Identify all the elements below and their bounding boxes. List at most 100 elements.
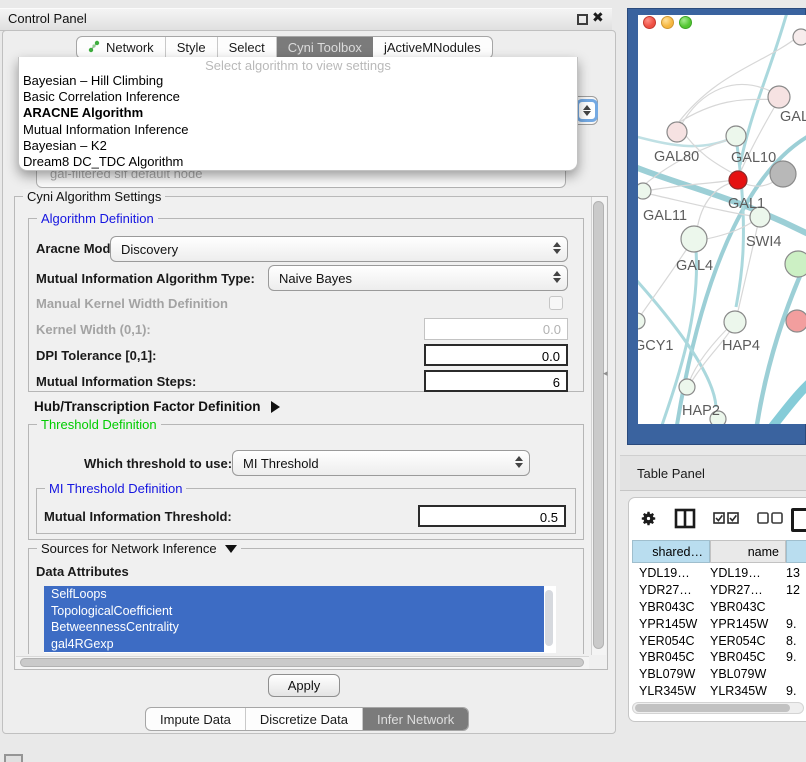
close-traffic-light[interactable] [643,16,656,29]
dpi-tolerance-input[interactable]: 0.0 [424,344,568,366]
network-node[interactable] [681,226,707,252]
bottom-tabs: Impute Data Discretize Data Infer Networ… [145,707,469,731]
algorithm-option[interactable]: Basic Correlation Inference [19,89,577,105]
combo-arrows-icon [515,456,523,468]
table-row[interactable]: YPR145WYPR145W9. [632,615,806,632]
table-horizontal-scrollbar-thumb[interactable] [635,704,790,712]
network-node[interactable] [729,171,747,189]
network-node[interactable] [679,379,695,395]
network-node[interactable] [667,122,687,142]
network-icon [88,40,101,56]
tab-infer-network[interactable]: Infer Network [363,708,468,730]
attribute-item-selected[interactable]: SelfLoops [44,586,544,603]
tab-impute-data[interactable]: Impute Data [146,708,246,730]
algorithm-option[interactable]: Mutual Information Inference [19,122,577,138]
select-all-checkboxes-icon[interactable] [713,512,740,530]
settings-group-title: Cyni Algorithm Settings [23,189,165,204]
column-header-shared-name[interactable]: shared… [632,540,710,563]
sources-group-title: Sources for Network Inference [37,541,241,556]
mi-threshold-input[interactable]: 0.5 [418,505,566,527]
tab-label: Style [177,40,206,55]
tab-label: Impute Data [160,712,231,727]
attribute-item-selected[interactable]: gal4RGexp [44,636,544,653]
table-cell: 8. [786,634,806,648]
network-node[interactable] [638,183,651,199]
network-canvas[interactable]: GALGAL80GAL10GAL1GAL11SWI4GAL4GCY1HAP4YH… [638,15,806,424]
column-header-partial[interactable] [786,540,806,563]
mi-steps-input[interactable]: 6 [424,370,568,392]
settings-horizontal-scrollbar-thumb[interactable] [20,658,584,667]
table-cell: YDL19… [710,566,786,580]
algorithm-option[interactable]: Bayesian – Hill Climbing [19,73,577,89]
hub-definition-expander[interactable]: Hub/Transcription Factor Definition [34,399,280,414]
node-label: GAL4 [676,258,713,274]
maximize-traffic-light[interactable] [679,16,692,29]
data-attributes-list[interactable]: SelfLoopsTopologicalCoefficientBetweenne… [44,586,556,653]
combo-arrows-icon [553,271,561,283]
dropdown-placeholder: Select algorithm to view settings [19,58,577,73]
split-columns-icon[interactable] [674,508,696,534]
network-node[interactable] [785,251,806,277]
table-row[interactable]: YDR27…YDR27…12 [632,582,806,599]
table-cell: YBR045C [632,650,710,664]
algorithm-option[interactable]: Dream8 DC_TDC Algorithm [19,154,577,170]
tab-label: Discretize Data [260,712,348,727]
table-cell: YDR27… [632,583,710,597]
attribute-item-selected[interactable]: BetweennessCentrality [44,619,544,636]
tab-cyni-toolbox[interactable]: Cyni Toolbox [277,37,373,58]
network-node[interactable] [768,86,790,108]
mi-type-value: Naive Bayes [279,271,352,286]
network-node[interactable] [726,126,746,146]
combo-arrows-icon [553,242,561,254]
column-header-name[interactable]: name [710,540,786,563]
table-row[interactable]: YBR045CYBR045C9. [632,649,806,666]
tab-discretize-data[interactable]: Discretize Data [246,708,363,730]
list-scrollbar-thumb[interactable] [545,590,553,646]
which-threshold-combobox[interactable]: MI Threshold [232,450,530,476]
split-pane-collapse-icon[interactable]: ◂ [603,368,608,379]
control-panel-tabs: Network Style Select Cyni Toolbox jActiv… [76,36,493,59]
table-row[interactable]: YBR043CYBR043C [632,599,806,616]
algorithm-option[interactable]: ARACNE Algorithm [19,105,577,121]
table-cell: 9. [786,650,806,664]
minimized-panel-icon[interactable] [4,754,23,762]
close-icon[interactable]: ✖ [592,9,604,26]
tab-select[interactable]: Select [218,37,277,58]
network-node[interactable] [724,311,746,333]
table-row[interactable]: YDL19…YDL19…13 [632,565,806,582]
aracne-mode-combobox[interactable]: Discovery [110,236,568,262]
table-cell: 13 [786,566,806,580]
attribute-item-selected[interactable]: TopologicalCoefficient [44,603,544,620]
apply-button[interactable]: Apply [268,674,340,697]
table-row[interactable]: YIL053CYIL053C9. [632,699,806,700]
tab-label: Infer Network [377,712,454,727]
dpi-tolerance-label: DPI Tolerance [0,1]: [36,348,156,363]
tab-network[interactable]: Network [77,37,166,58]
deselect-all-checkboxes-icon[interactable] [757,512,784,530]
minimize-traffic-light[interactable] [661,16,674,29]
network-node[interactable] [638,313,645,329]
mi-threshold-group-title: MI Threshold Definition [45,481,186,496]
float-panel-icon[interactable] [577,14,588,25]
table-cell: YER054C [632,634,710,648]
table-row[interactable]: YER054CYER054C8. [632,632,806,649]
network-node[interactable] [793,29,806,45]
table-row[interactable]: YLR345WYLR345W9. [632,683,806,700]
algorithm-option[interactable]: Bayesian – K2 [19,138,577,154]
network-node[interactable] [786,310,806,332]
combobox-spinner-focused[interactable] [576,99,598,122]
mi-type-combobox[interactable]: Naive Bayes [268,265,568,291]
table-options-icon[interactable] [791,508,806,532]
manual-kernel-checkbox[interactable] [549,296,563,310]
kernel-width-input[interactable]: 0.0 [424,318,568,340]
tab-label: Select [229,40,265,55]
tab-style[interactable]: Style [166,37,218,58]
table-cell: YBL079W [632,667,710,681]
panel-title: Control Panel [8,11,87,26]
table-cell: YDR27… [710,583,786,597]
table-row[interactable]: YBL079WYBL079W [632,666,806,683]
gear-icon[interactable] [640,510,657,532]
table-cell: 12 [786,583,806,597]
tab-jactivemnodules[interactable]: jActiveMNodules [373,37,492,58]
settings-vertical-scrollbar-thumb[interactable] [593,201,604,649]
